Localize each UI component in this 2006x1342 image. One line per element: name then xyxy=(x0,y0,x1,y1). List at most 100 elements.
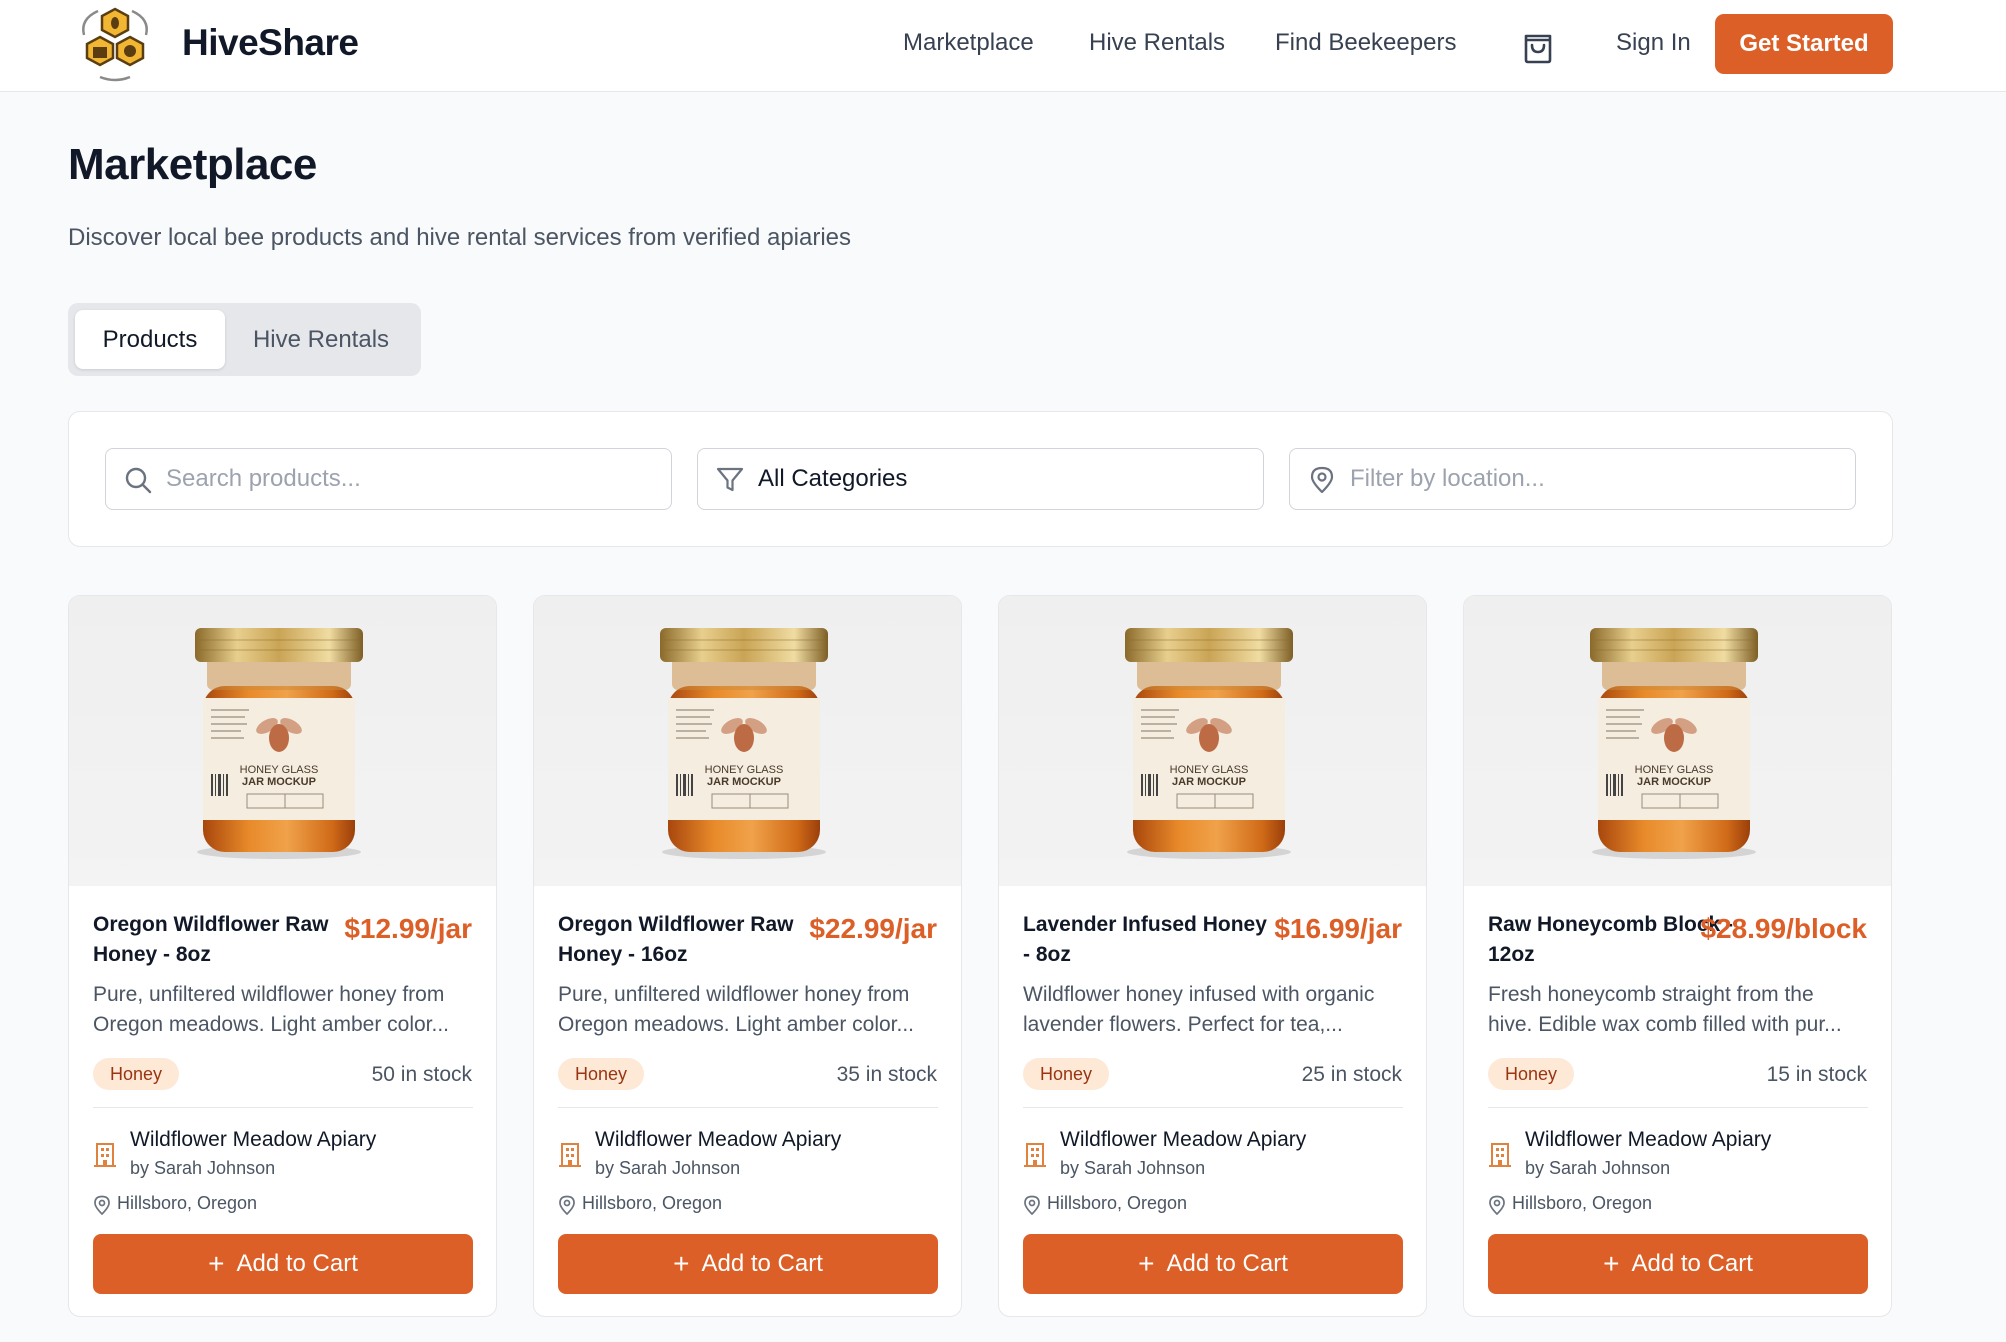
product-name[interactable]: Lavender Infused Honey - 8oz xyxy=(1023,910,1273,970)
product-description-line: Fresh honeycomb straight from the xyxy=(1488,983,1814,1006)
page-title: Marketplace xyxy=(68,140,317,189)
product-description-line: hive. Edible wax comb filled with pur... xyxy=(1488,1013,1842,1036)
product-image[interactable]: HONEY GLASS JAR MOCKUP xyxy=(1464,596,1891,886)
apiary-name[interactable]: Wildflower Meadow Apiary xyxy=(130,1128,376,1152)
jar-label-line2: JAR MOCKUP xyxy=(1172,776,1246,788)
product-description-line: Pure, unfiltered wildflower honey from xyxy=(93,983,445,1006)
product-price: $22.99/jar xyxy=(809,913,937,944)
product-card[interactable]: HONEY GLASS JAR MOCKUP Oregon Wildflower… xyxy=(68,595,497,1317)
apiary-name[interactable]: Wildflower Meadow Apiary xyxy=(1525,1128,1771,1152)
add-to-cart-button[interactable]: + Add to Cart xyxy=(1023,1234,1403,1294)
filter-panel: All Categories xyxy=(68,411,1893,547)
category-select-value[interactable]: All Categories xyxy=(758,465,907,493)
product-card[interactable]: HONEY GLASS JAR MOCKUP Oregon Wildflower… xyxy=(533,595,962,1317)
honey-jar-image: HONEY GLASS JAR MOCKUP xyxy=(195,628,363,859)
add-to-cart-button[interactable]: + Add to Cart xyxy=(558,1234,938,1294)
top-header: HiveShare Marketplace Hive Rentals Find … xyxy=(0,0,2006,92)
category-badge: Honey xyxy=(558,1058,645,1090)
apiary-icon xyxy=(1024,1143,1046,1167)
plus-icon: + xyxy=(673,1248,690,1279)
map-pin-icon xyxy=(1310,466,1334,494)
hive-logo-icon[interactable] xyxy=(76,5,154,83)
add-to-cart-label: Add to Cart xyxy=(1631,1250,1753,1277)
apiary-icon xyxy=(559,1143,581,1167)
card-divider xyxy=(93,1107,473,1108)
card-divider xyxy=(1023,1107,1403,1108)
category-badge: Honey xyxy=(1488,1058,1575,1090)
beekeeper-name: by Sarah Johnson xyxy=(130,1158,276,1178)
stock-count: 35 in stock xyxy=(836,1063,937,1086)
page-subtitle: Discover local bee products and hive ren… xyxy=(68,224,852,251)
jar-label-line2: JAR MOCKUP xyxy=(242,776,316,788)
jar-label-line2: JAR MOCKUP xyxy=(707,776,781,788)
category-badge: Honey xyxy=(1023,1058,1110,1090)
location-pin-icon xyxy=(1489,1195,1505,1215)
nav-find-beekeepers[interactable]: Find Beekeepers xyxy=(1275,29,1456,57)
location-field[interactable] xyxy=(1289,448,1856,510)
product-description: Pure, unfiltered wildflower honey from O… xyxy=(93,980,477,1040)
tab-products[interactable]: Products xyxy=(75,310,225,369)
get-started-button[interactable]: Get Started xyxy=(1715,14,1893,74)
product-card[interactable]: HONEY GLASS JAR MOCKUP Lavender Infused … xyxy=(998,595,1427,1317)
beekeeper-name: by Sarah Johnson xyxy=(1060,1158,1206,1178)
add-to-cart-label: Add to Cart xyxy=(236,1250,358,1277)
category-select[interactable]: All Categories xyxy=(697,448,1264,510)
product-location: Hillsboro, Oregon xyxy=(1512,1193,1653,1213)
product-name[interactable]: Oregon Wildflower Raw Honey - 16oz xyxy=(558,910,808,970)
location-pin-icon xyxy=(94,1195,110,1215)
nav-marketplace[interactable]: Marketplace xyxy=(903,29,1034,57)
category-badge: Honey xyxy=(93,1058,180,1090)
search-icon xyxy=(125,467,152,494)
jar-label-line1: HONEY GLASS xyxy=(240,764,319,776)
view-tabs: Products Hive Rentals xyxy=(68,303,421,376)
sign-in-link[interactable]: Sign In xyxy=(1616,29,1691,57)
card-divider xyxy=(1488,1107,1868,1108)
product-price: $16.99/jar xyxy=(1274,913,1402,944)
nav-hive-rentals[interactable]: Hive Rentals xyxy=(1089,29,1225,57)
jar-label-line1: HONEY GLASS xyxy=(1635,764,1714,776)
product-description: Fresh honeycomb straight from the hive. … xyxy=(1488,980,1872,1040)
search-input[interactable] xyxy=(166,461,656,497)
location-pin-icon xyxy=(559,1195,575,1215)
product-description-line: lavender flowers. Perfect for tea,... xyxy=(1023,1013,1343,1036)
product-image[interactable]: HONEY GLASS JAR MOCKUP xyxy=(999,596,1426,886)
plus-icon: + xyxy=(208,1248,225,1279)
apiary-name[interactable]: Wildflower Meadow Apiary xyxy=(1060,1128,1306,1152)
product-card[interactable]: HONEY GLASS JAR MOCKUP Raw Honeycomb Blo… xyxy=(1463,595,1892,1317)
product-price: $28.99/block xyxy=(1700,913,1867,944)
product-description: Wildflower honey infused with organic la… xyxy=(1023,980,1407,1040)
jar-label-line2: JAR MOCKUP xyxy=(1637,776,1711,788)
apiary-icon xyxy=(1489,1143,1511,1167)
search-field[interactable] xyxy=(105,448,672,510)
stock-count: 25 in stock xyxy=(1301,1063,1402,1086)
add-to-cart-button[interactable]: + Add to Cart xyxy=(1488,1234,1868,1294)
product-description-line: Oregon meadows. Light amber color... xyxy=(558,1013,915,1036)
beekeeper-name: by Sarah Johnson xyxy=(1525,1158,1671,1178)
product-location: Hillsboro, Oregon xyxy=(117,1193,258,1213)
shopping-bag-icon[interactable] xyxy=(1518,26,1558,66)
card-divider xyxy=(558,1107,938,1108)
product-name[interactable]: Oregon Wildflower Raw Honey - 8oz xyxy=(93,910,343,970)
product-description-line: Wildflower honey infused with organic xyxy=(1023,983,1375,1006)
product-location: Hillsboro, Oregon xyxy=(1047,1193,1188,1213)
add-to-cart-label: Add to Cart xyxy=(701,1250,823,1277)
stock-count: 50 in stock xyxy=(371,1063,472,1086)
honey-jar-image: HONEY GLASS JAR MOCKUP xyxy=(1125,628,1293,859)
apiary-icon xyxy=(94,1143,116,1167)
filter-icon xyxy=(716,467,744,492)
beekeeper-name: by Sarah Johnson xyxy=(595,1158,741,1178)
stock-count: 15 in stock xyxy=(1766,1063,1867,1086)
product-image[interactable]: HONEY GLASS JAR MOCKUP xyxy=(69,596,496,886)
add-to-cart-button[interactable]: + Add to Cart xyxy=(93,1234,473,1294)
jar-label-line1: HONEY GLASS xyxy=(1170,764,1249,776)
location-input[interactable] xyxy=(1350,461,1840,497)
product-description-line: Oregon meadows. Light amber color... xyxy=(93,1013,450,1036)
tab-hive-rentals[interactable]: Hive Rentals xyxy=(231,310,411,369)
add-to-cart-label: Add to Cart xyxy=(1166,1250,1288,1277)
product-description: Pure, unfiltered wildflower honey from O… xyxy=(558,980,942,1040)
product-price: $12.99/jar xyxy=(344,913,472,944)
brand-name[interactable]: HiveShare xyxy=(182,22,359,64)
honey-jar-image: HONEY GLASS JAR MOCKUP xyxy=(660,628,828,859)
apiary-name[interactable]: Wildflower Meadow Apiary xyxy=(595,1128,841,1152)
product-image[interactable]: HONEY GLASS JAR MOCKUP xyxy=(534,596,961,886)
